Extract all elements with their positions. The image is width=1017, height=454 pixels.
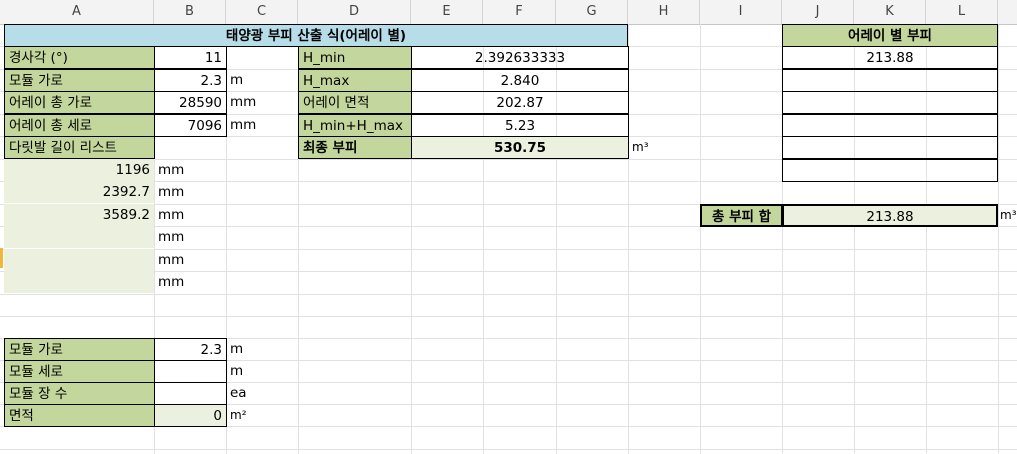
final-volume-value[interactable]: 530.75 [411,136,629,159]
total-volume-value[interactable]: 213.88 [782,204,998,227]
leg-length-cell[interactable]: 3589.2 [4,204,154,226]
input-unit-array-width[interactable]: mm [226,91,266,114]
column-header-i[interactable]: I [700,0,782,24]
array-volume-cell[interactable] [782,114,998,137]
leg-length-cell[interactable]: 2392.7 [4,181,154,203]
grid-line [998,24,999,454]
calc-value-hmin[interactable]: 2.392633333 [411,46,629,69]
column-header-g[interactable]: G [556,0,628,24]
calc-label-hmax[interactable]: H_max [298,69,412,92]
array-volume-cell[interactable] [782,91,998,114]
column-header-c[interactable]: C [226,0,298,24]
input-label-array-height[interactable]: 어레이 총 세로 [4,114,155,137]
array-volume-cell[interactable]: 213.88 [782,46,998,69]
column-header-k[interactable]: K [854,0,926,24]
module-value-area[interactable]: 0 [154,404,227,427]
leg-length-cell[interactable]: 1196 [4,159,154,181]
final-volume-unit[interactable]: m³ [628,136,668,159]
input-value-array-width[interactable]: 28590 [154,91,227,114]
column-header-d[interactable]: D [298,0,411,24]
calc-label-hmin[interactable]: H_min [298,46,412,69]
module-unit-width[interactable]: m [226,338,266,361]
leg-length-cell[interactable] [4,249,154,271]
input-label-array-width[interactable]: 어레이 총 가로 [4,91,155,114]
input-value-tilt[interactable]: 11 [154,46,227,69]
calc-label-hsum[interactable]: H_min+H_max [298,114,412,137]
calc-label-array-area[interactable]: 어레이 면적 [298,91,412,114]
input-label-leg-list[interactable]: 다릿발 길이 리스트 [4,136,155,159]
calc-value-array-area[interactable]: 202.87 [411,91,629,114]
input-unit-array-height[interactable]: mm [226,114,266,137]
column-header-j[interactable]: J [782,0,854,24]
input-label-tilt[interactable]: 경사각 (°) [4,46,155,69]
leg-length-cell[interactable] [4,271,154,293]
input-unit-module-width[interactable]: m [226,69,266,92]
module-unit-area[interactable]: m² [226,404,266,427]
leg-length-unit[interactable]: mm [154,271,194,294]
row-selection-marker [0,248,3,268]
column-header-e[interactable]: E [411,0,483,24]
calc-value-hmax[interactable]: 2.840 [411,69,629,92]
column-header-a[interactable]: A [0,0,154,24]
total-volume-label[interactable]: 총 부피 합 [700,204,783,227]
column-header-b[interactable]: B [154,0,226,24]
input-label-module-width[interactable]: 모듈 가로 [4,69,155,92]
column-header-h[interactable]: H [628,0,700,24]
input-value-module-width[interactable]: 2.3 [154,69,227,92]
module-unit-height[interactable]: m [226,360,266,383]
module-value-count[interactable] [154,382,227,405]
array-volume-cell[interactable] [782,69,998,92]
leg-length-unit[interactable]: mm [154,226,194,249]
grid-line [0,316,1017,317]
column-header-l[interactable]: L [926,0,998,24]
array-volume-cell[interactable] [782,136,998,159]
grid-line [0,294,1017,295]
module-label-count[interactable]: 모듈 장 수 [4,382,155,405]
leg-length-cell[interactable] [4,226,154,248]
grid-line [0,449,1017,450]
input-value-array-height[interactable]: 7096 [154,114,227,137]
sheet-title-cell[interactable]: 태양광 부피 산출 식(어레이 별) [4,24,628,47]
column-header-m[interactable] [998,0,1017,24]
column-header-f[interactable]: F [483,0,556,24]
module-label-width[interactable]: 모듈 가로 [4,338,155,361]
column-header-row: A B C D E F G H I J K L [0,0,1017,25]
final-volume-label[interactable]: 최종 부피 [298,136,412,159]
module-value-height[interactable] [154,360,227,383]
grid-line [700,24,701,454]
module-label-area[interactable]: 면적 [4,404,155,427]
leg-length-unit[interactable]: mm [154,181,194,204]
leg-length-unit[interactable]: mm [154,249,194,272]
array-volume-header[interactable]: 어레이 별 부피 [782,24,998,47]
leg-length-unit[interactable]: mm [154,204,194,227]
leg-length-unit[interactable]: mm [154,159,194,182]
total-volume-unit[interactable]: m³ [998,204,1017,227]
calc-value-hsum[interactable]: 5.23 [411,114,629,137]
array-volume-cell[interactable] [782,159,998,182]
module-unit-count[interactable]: ea [226,382,266,405]
module-value-width[interactable]: 2.3 [154,338,227,361]
module-label-height[interactable]: 모듈 세로 [4,360,155,383]
